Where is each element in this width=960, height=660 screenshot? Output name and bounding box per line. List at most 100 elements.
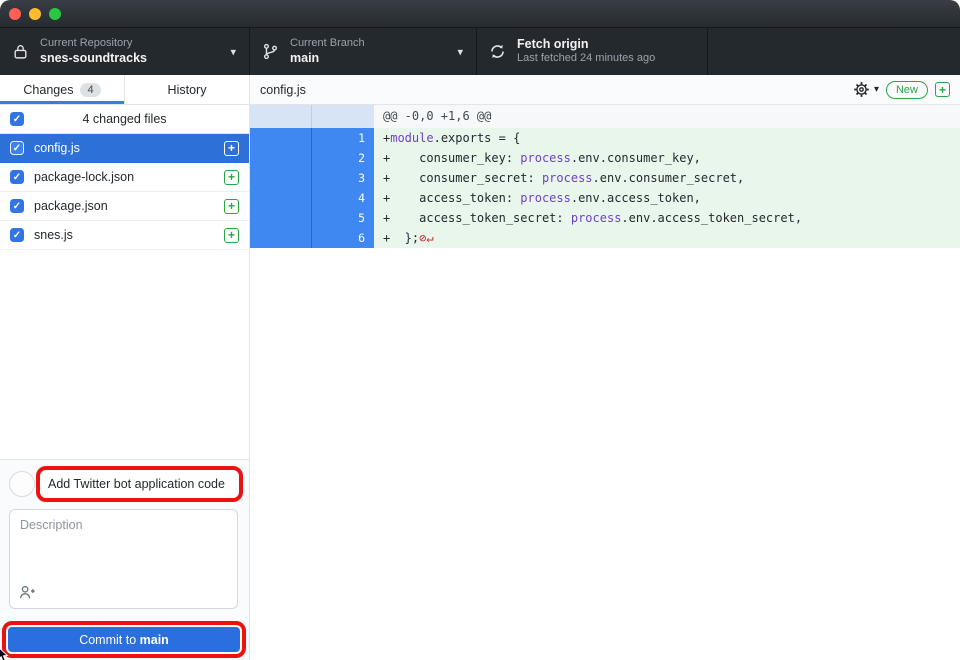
file-name: config.js [34,141,80,155]
old-line-gutter [250,105,312,128]
diff-line-6: 6 + };⊘↵ [250,228,960,248]
check-icon: ✓ [13,230,21,241]
fetch-subtitle: Last fetched 24 minutes ago [517,52,655,66]
diff-line-3: 3 + consumer_secret: process.env.consume… [250,168,960,188]
file-row-config-js[interactable]: ✓ config.js + [0,134,249,163]
diff-line-5: 5 + access_token_secret: process.env.acc… [250,208,960,228]
repository-name: snes-soundtracks [40,51,147,67]
line-number[interactable]: 5 [312,208,374,228]
gear-icon [853,81,870,98]
git-branch-icon [262,43,279,60]
line-select-gutter[interactable] [250,148,312,168]
code-line: + access_token_secret: process.env.acces… [374,208,960,228]
file-name: package.json [34,199,108,213]
main-area: Changes 4 History ✓ 4 changed files ✓ co… [0,75,960,660]
sync-icon [489,43,506,60]
titlebar [0,0,960,28]
added-status-icon: + [224,170,239,185]
branch-label: Current Branch [290,37,365,51]
line-select-gutter[interactable] [250,168,312,188]
changes-count-badge: 4 [80,83,100,97]
no-newline-icon: ⊘↵ [419,231,433,245]
chevron-down-icon: ▾ [457,45,463,58]
diff-pane: config.js ▾ New + [250,75,960,660]
line-select-gutter[interactable] [250,128,312,148]
hunk-header-row: @@ -0,0 +1,6 @@ [250,105,960,128]
branch-name: main [290,51,365,67]
file-name: snes.js [34,228,73,242]
lock-icon [12,43,29,60]
check-icon: ✓ [13,201,21,212]
diff-body: @@ -0,0 +1,6 @@ 1 +module.exports = { 2 … [250,105,960,248]
line-number[interactable]: 1 [312,128,374,148]
commit-summary-input[interactable] [40,470,239,498]
file-checkbox[interactable]: ✓ [10,170,24,184]
commit-description-box [9,509,238,609]
file-row-package-lock-json[interactable]: ✓ package-lock.json + [0,163,249,192]
chevron-down-icon: ▾ [874,84,879,95]
zoom-button[interactable] [49,8,61,20]
file-checkbox[interactable]: ✓ [10,228,24,242]
chevron-down-icon: ▾ [230,45,236,58]
diff-actions: ▾ New + [853,81,950,99]
toolbar: Current Repository snes-soundtracks ▾ Cu… [0,28,960,75]
line-select-gutter[interactable] [250,208,312,228]
mouse-cursor [0,646,12,660]
sidebar-tabbar: Changes 4 History [0,75,249,105]
tab-changes-label: Changes [23,83,73,97]
diff-options-button[interactable]: ▾ [853,81,879,98]
file-row-snes-js[interactable]: ✓ snes.js + [0,221,249,250]
fetch-title: Fetch origin [517,37,655,53]
tab-history[interactable]: History [124,75,249,104]
diff-line-2: 2 + consumer_key: process.env.consumer_k… [250,148,960,168]
changed-files-header: ✓ 4 changed files [0,105,249,134]
line-select-gutter[interactable] [250,228,312,248]
close-button[interactable] [9,8,21,20]
file-row-package-json[interactable]: ✓ package.json + [0,192,249,221]
line-select-gutter[interactable] [250,188,312,208]
fetch-origin-button[interactable]: Fetch origin Last fetched 24 minutes ago [477,28,708,75]
tab-history-label: History [168,83,207,97]
file-checkbox[interactable]: ✓ [10,141,24,155]
new-line-gutter [312,105,374,128]
commit-button-branch: main [140,633,169,647]
file-name: package-lock.json [34,170,134,184]
check-icon: ✓ [13,172,21,183]
diff-file-name: config.js [260,83,306,97]
code-line: + };⊘↵ [374,228,960,248]
current-repository-button[interactable]: Current Repository snes-soundtracks ▾ [0,28,250,75]
diff-header: config.js ▾ New + [250,75,960,105]
diff-line-1: 1 +module.exports = { [250,128,960,148]
current-branch-button[interactable]: Current Branch main ▾ [250,28,477,75]
toolbar-spacer [708,28,960,75]
commit-button-label: Commit to [79,633,139,647]
line-number[interactable]: 3 [312,168,374,188]
added-status-icon: + [935,82,950,97]
commit-description-input[interactable] [10,510,237,582]
added-status-icon: + [224,228,239,243]
code-line: + consumer_secret: process.env.consumer_… [374,168,960,188]
line-number[interactable]: 2 [312,148,374,168]
minimize-button[interactable] [29,8,41,20]
code-line: +module.exports = { [374,128,960,148]
diff-line-4: 4 + access_token: process.env.access_tok… [250,188,960,208]
tab-changes[interactable]: Changes 4 [0,75,124,104]
changes-sidebar: Changes 4 History ✓ 4 changed files ✓ co… [0,75,250,660]
commit-button[interactable]: Commit to main [8,627,240,652]
line-number[interactable]: 4 [312,188,374,208]
add-coauthor-icon[interactable] [18,583,36,601]
commit-panel: Commit to main [0,459,249,660]
added-status-icon: + [224,141,239,156]
hunk-header-text: @@ -0,0 +1,6 @@ [374,105,960,128]
changed-files-count: 4 changed files [0,112,249,126]
repository-label: Current Repository [40,37,147,51]
traffic-lights [9,8,61,20]
file-checkbox[interactable]: ✓ [10,199,24,213]
code-line: + consumer_key: process.env.consumer_key… [374,148,960,168]
avatar [9,471,35,497]
added-status-icon: + [224,199,239,214]
line-number[interactable]: 6 [312,228,374,248]
new-file-badge: New [886,81,928,99]
github-desktop-window: Current Repository snes-soundtracks ▾ Cu… [0,0,960,660]
code-line: + access_token: process.env.access_token… [374,188,960,208]
